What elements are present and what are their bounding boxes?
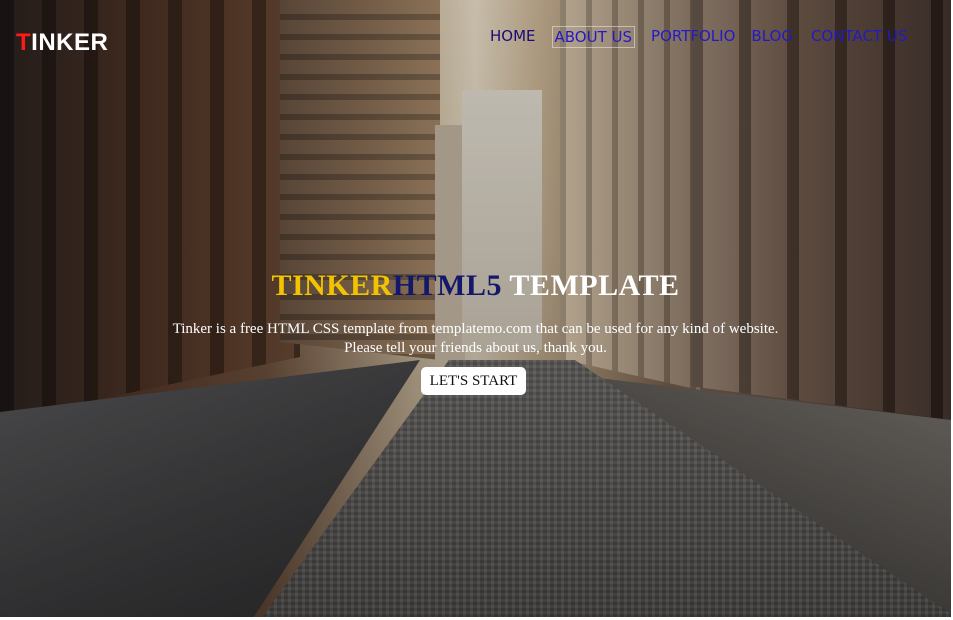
hero-title-html5: HTML5	[392, 269, 502, 302]
logo-rest: INKER	[31, 29, 109, 56]
hero-description: Tinker is a free HTML CSS template from …	[0, 320, 951, 358]
hero-overlay	[0, 0, 951, 617]
lets-start-button[interactable]: LET'S START	[421, 367, 526, 395]
hero-title-tinker: TINKER	[271, 269, 393, 302]
hero-description-line-1: Tinker is a free HTML CSS template from …	[172, 321, 779, 337]
nav-home-link[interactable]: HOME	[490, 26, 536, 48]
hero-description-line-2: Please tell your friends about us, thank…	[344, 340, 607, 356]
logo-first-letter: T	[16, 29, 32, 56]
nav-contact-link[interactable]: CONTACT US	[811, 26, 907, 48]
main-nav: HOME ABOUT US PORTFOLIO BLOG CONTACT US	[490, 26, 907, 48]
nav-blog-link[interactable]: BLOG	[751, 26, 793, 48]
hero-title-template: TEMPLATE	[501, 269, 680, 302]
hero-section: TINKER HOME ABOUT US PORTFOLIO BLOG CONT…	[0, 0, 951, 617]
nav-portfolio-link[interactable]: PORTFOLIO	[651, 26, 735, 48]
nav-about-link[interactable]: ABOUT US	[551, 26, 636, 48]
hero-title: TINKERHTML5 TEMPLATE	[0, 266, 951, 306]
site-logo[interactable]: TINKER	[16, 30, 108, 56]
